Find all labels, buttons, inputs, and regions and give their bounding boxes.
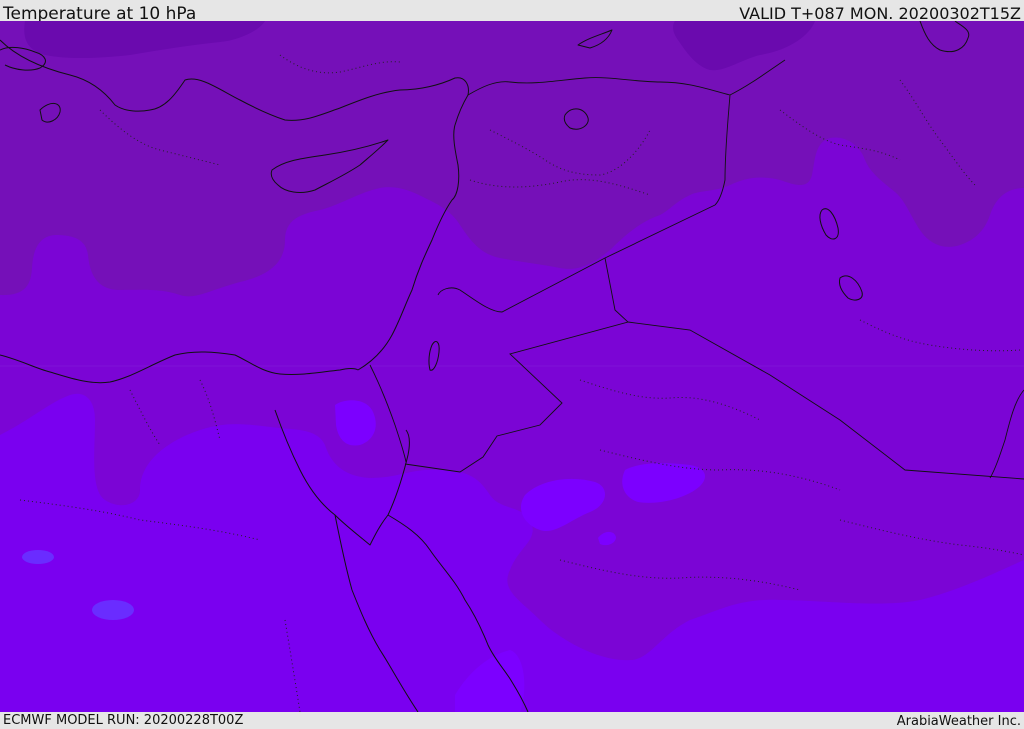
temperature-map: [0, 21, 1024, 712]
map-figure: Temperature at 10 hPa VALID T+087 MON. 2…: [0, 0, 1024, 729]
model-run-label: ECMWF MODEL RUN: 20200228T00Z: [3, 713, 244, 728]
footer-bar: ECMWF MODEL RUN: 20200228T00Z ArabiaWeat…: [0, 712, 1024, 729]
map-svg: [0, 21, 1024, 712]
credit-label: ArabiaWeather Inc.: [896, 714, 1021, 729]
pocket-spot-2: [92, 600, 134, 620]
header-bar: Temperature at 10 hPa VALID T+087 MON. 2…: [0, 0, 1024, 24]
pocket-spot-1: [22, 550, 54, 564]
